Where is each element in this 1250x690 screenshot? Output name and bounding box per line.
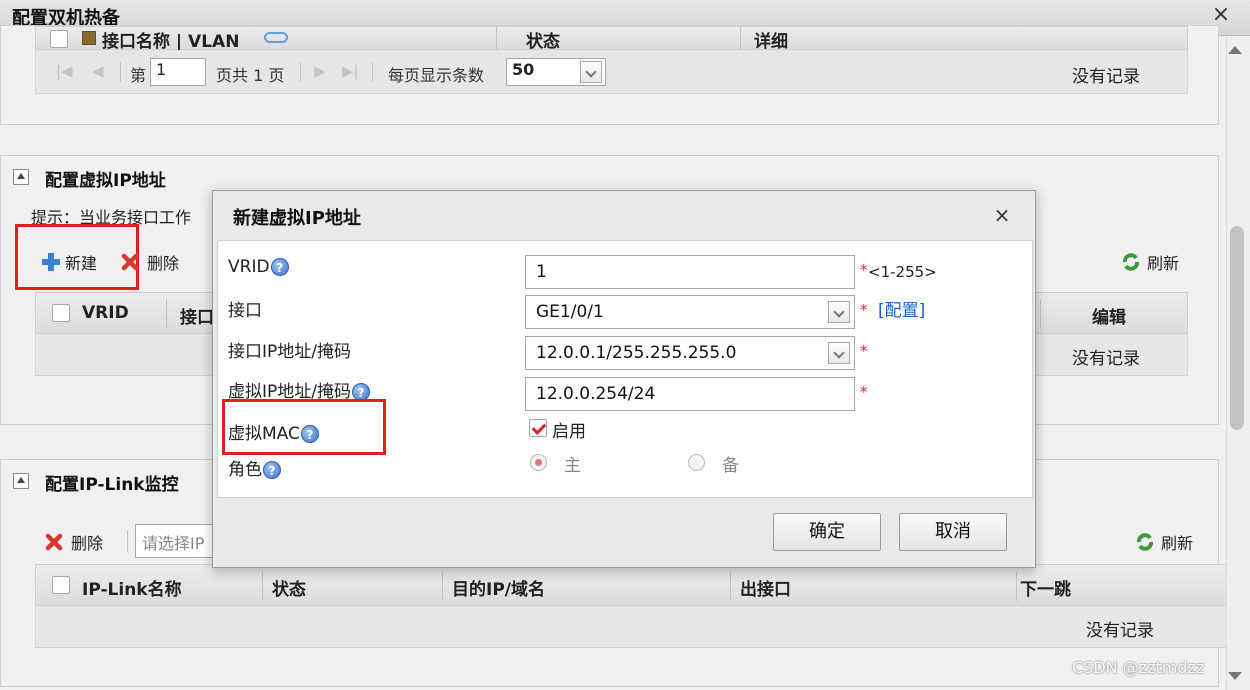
ip-link-col-next-hop[interactable]: 下一跳 xyxy=(1020,575,1071,600)
ip-link-no-records: 没有记录 xyxy=(1086,621,1154,641)
role-master-label: 主 xyxy=(564,456,581,476)
pager-page-suffix: 页共 1 页 xyxy=(216,66,285,85)
vip-col-edit[interactable]: 编辑 xyxy=(1092,303,1126,328)
refresh-icon xyxy=(1135,532,1155,552)
delete-icon xyxy=(45,533,63,551)
scroll-thumb[interactable] xyxy=(1230,226,1244,430)
interface-ip-label: 接口IP地址/掩码 xyxy=(228,342,351,362)
interface-select[interactable]: GE1/0/1 xyxy=(525,295,855,329)
vip-new-label: 新建 xyxy=(65,254,98,273)
vip-col-interface[interactable]: 接口 xyxy=(180,303,214,328)
interface-config-link[interactable]: [配置] xyxy=(878,296,925,321)
virtual-mac-enable-label: 启用 xyxy=(552,422,586,442)
interface-ip-required-mark: * xyxy=(860,342,868,360)
help-icon[interactable]: ? xyxy=(270,258,289,276)
interface-col-status[interactable]: 状态 xyxy=(526,27,560,52)
role-backup-label: 备 xyxy=(722,456,739,476)
scroll-up-icon[interactable] xyxy=(1228,46,1242,54)
vip-new-button[interactable]: 新建 xyxy=(41,250,121,274)
vip-col-vrid[interactable]: VRID xyxy=(82,303,129,323)
vrid-input[interactable]: 1 xyxy=(525,255,855,289)
ip-link-refresh-button[interactable]: 刷新 xyxy=(1135,530,1215,554)
interface-no-records: 没有记录 xyxy=(1072,67,1140,87)
ip-link-delete-button[interactable]: 删除 xyxy=(45,530,125,554)
ip-link-collapse-icon[interactable] xyxy=(13,473,29,489)
role-label-row: 角色? xyxy=(228,455,281,480)
pager-prev-icon[interactable]: ◀ xyxy=(92,62,104,80)
interface-select-all-checkbox[interactable] xyxy=(50,30,68,48)
virtual-ip-collapse-icon[interactable] xyxy=(13,169,29,185)
delete-icon xyxy=(121,253,139,271)
interface-col-name[interactable]: 接口名称 | VLAN xyxy=(102,27,239,52)
vrid-range-hint: <1-255> xyxy=(868,263,937,281)
interface-panel: 接口名称 | VLAN 状态 详细 |◀ ◀ 第 1 页共 1 页 ▶ ▶| 每… xyxy=(0,25,1219,125)
scroll-down-icon[interactable] xyxy=(1228,672,1242,680)
virtual-mac-label: 虚拟MAC xyxy=(228,424,300,444)
interface-col-detail[interactable]: 详细 xyxy=(754,27,788,52)
plus-icon xyxy=(41,252,61,272)
interface-pager-bar: |◀ ◀ 第 1 页共 1 页 ▶ ▶| 每页显示条数 50 没有记录 xyxy=(35,50,1188,94)
pager-page-input[interactable]: 1 xyxy=(150,58,206,86)
ip-link-panel-title: 配置IP-Link监控 xyxy=(45,475,179,495)
interface-ip-dropdown-icon[interactable] xyxy=(828,342,850,364)
vip-delete-label: 删除 xyxy=(147,254,180,273)
refresh-icon xyxy=(1121,252,1141,272)
role-label: 角色 xyxy=(228,460,262,480)
dialog-form: VRID? 1 * <1-255> 接口 GE1/0/1 * [配置] 接口IP… xyxy=(217,240,1033,498)
ip-link-grid-body: 没有记录 xyxy=(35,606,1230,648)
role-master-radio[interactable] xyxy=(530,454,547,471)
vip-refresh-button[interactable]: 刷新 xyxy=(1121,250,1191,274)
interface-grid-header: 接口名称 | VLAN 状态 详细 xyxy=(35,26,1188,52)
ip-link-col-status[interactable]: 状态 xyxy=(272,575,306,600)
vip-no-records: 没有记录 xyxy=(1072,349,1140,369)
pager-last-icon[interactable]: ▶| xyxy=(342,62,359,80)
ip-link-col-name[interactable]: IP-Link名称 xyxy=(82,575,182,600)
dialog-title: 新建虚拟IP地址 xyxy=(233,208,361,229)
pager-first-icon[interactable]: |◀ xyxy=(56,62,73,80)
virtual-ip-panel-title: 配置虚拟IP地址 xyxy=(45,171,166,191)
virtual-mac-label-row: 虚拟MAC? xyxy=(228,419,319,444)
watermark: CSDN @zztmdzz xyxy=(1072,658,1205,677)
dialog-close-icon[interactable]: × xyxy=(991,203,1013,227)
vip-delete-button[interactable]: 删除 xyxy=(121,250,201,274)
interface-column-icon xyxy=(82,31,96,45)
ip-link-col-destination[interactable]: 目的IP/域名 xyxy=(452,575,545,600)
help-icon[interactable]: ? xyxy=(263,461,281,479)
virtual-ip-input[interactable]: 12.0.0.254/24 xyxy=(525,377,855,411)
per-page-dropdown-icon[interactable] xyxy=(580,61,602,83)
interface-ip-select[interactable]: 12.0.0.1/255.255.255.0 xyxy=(525,336,855,370)
ip-link-col-out-interface[interactable]: 出接口 xyxy=(740,575,791,600)
interface-dropdown-icon[interactable] xyxy=(828,301,850,323)
pager-next-icon[interactable]: ▶ xyxy=(314,62,326,80)
vip-select-all-checkbox[interactable] xyxy=(52,304,70,322)
vrid-label: VRID xyxy=(228,257,270,277)
ip-link-grid-header: IP-Link名称 状态 目的IP/域名 出接口 下一跳 xyxy=(35,564,1230,606)
interface-required-mark: * xyxy=(860,301,868,319)
vlan-link-icon xyxy=(264,32,288,43)
virtual-mac-enable-checkbox[interactable] xyxy=(529,419,547,437)
vrid-required-mark: * xyxy=(860,261,868,279)
ip-link-select-all-checkbox[interactable] xyxy=(52,576,70,594)
ip-link-refresh-label: 刷新 xyxy=(1161,534,1194,553)
role-backup-radio[interactable] xyxy=(688,454,705,471)
cancel-button[interactable]: 取消 xyxy=(899,513,1007,551)
pager-per-page-label: 每页显示条数 xyxy=(388,66,485,85)
vrid-label-row: VRID? xyxy=(228,257,289,277)
virtual-ip-required-mark: * xyxy=(860,383,868,401)
confirm-button[interactable]: 确定 xyxy=(773,513,881,551)
ip-link-delete-label: 删除 xyxy=(71,534,104,553)
interface-label: 接口 xyxy=(228,301,262,321)
pager-page-prefix: 第 xyxy=(130,66,147,85)
vip-refresh-label: 刷新 xyxy=(1147,254,1180,273)
help-icon[interactable]: ? xyxy=(300,425,319,443)
new-virtual-ip-dialog: 新建虚拟IP地址 × VRID? 1 * <1-255> 接口 GE1/0/1 … xyxy=(212,190,1036,568)
